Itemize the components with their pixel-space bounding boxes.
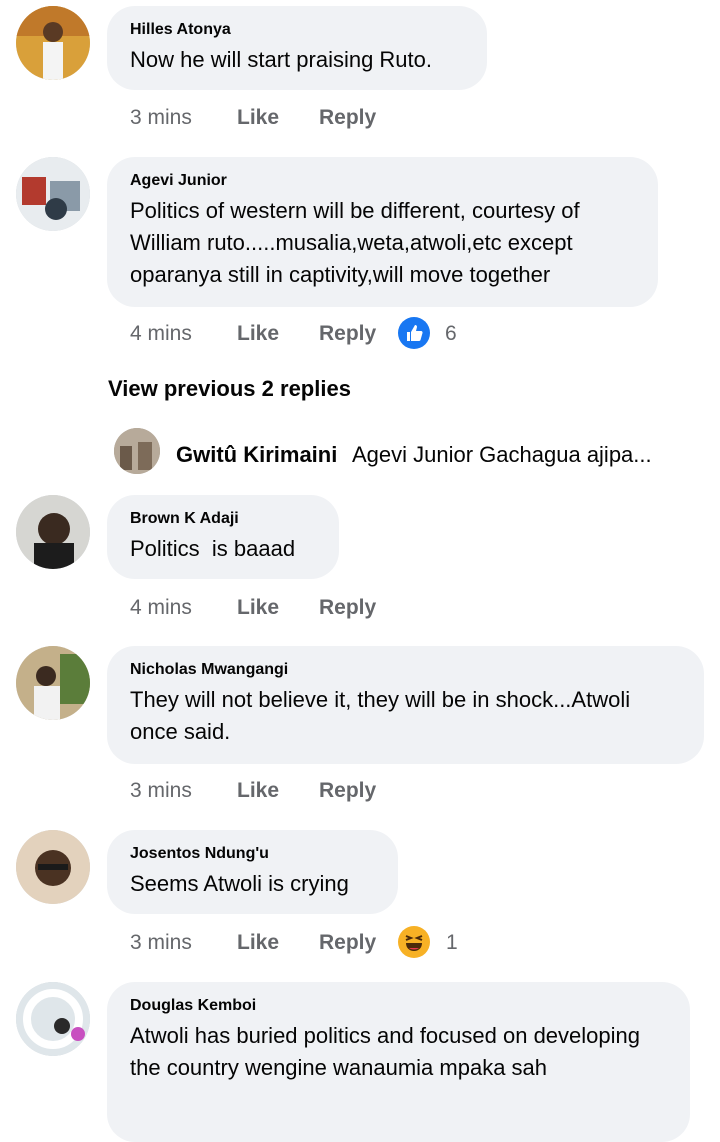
comment-bubble: Brown K Adaji Politics is baaad (107, 495, 339, 579)
like-button[interactable]: Like (237, 776, 279, 806)
timestamp[interactable]: 4 mins (130, 593, 192, 623)
like-button[interactable]: Like (237, 593, 279, 623)
comment-bubble: Josentos Ndung'u Seems Atwoli is crying (107, 830, 398, 914)
user-photo-icon (16, 6, 90, 80)
reply-button[interactable]: Reply (319, 319, 376, 349)
avatar[interactable] (16, 830, 90, 904)
comment-text: Now he will start praising Ruto. (130, 47, 433, 72)
like-button[interactable]: Like (237, 928, 279, 958)
timestamp[interactable]: 4 mins (130, 319, 192, 349)
comment-bubble: Hilles Atonya Now he will start praising… (107, 6, 487, 90)
like-button[interactable]: Like (237, 103, 279, 133)
reaction-count: 1 (446, 931, 458, 954)
reply-button[interactable]: Reply (319, 103, 376, 133)
author-name[interactable]: Douglas Kemboi (130, 996, 667, 1016)
timestamp[interactable]: 3 mins (130, 103, 192, 133)
avatar[interactable] (16, 646, 90, 720)
author-name[interactable]: Brown K Adaji (130, 509, 316, 529)
avatar[interactable] (16, 982, 90, 1056)
comment-text: They will not believe it, they will be i… (130, 687, 637, 744)
avatar[interactable] (114, 428, 160, 474)
author-name[interactable]: Nicholas Mwangangi (130, 660, 681, 680)
comment-bubble: Douglas Kemboi Atwoli has buried politic… (107, 982, 690, 1142)
reply-button[interactable]: Reply (319, 593, 376, 623)
view-previous-replies-link[interactable]: View previous 2 replies (108, 373, 351, 405)
haha-emoji-icon[interactable] (398, 926, 430, 958)
author-name[interactable]: Gwitû Kirimaini (176, 442, 337, 468)
reply-button[interactable]: Reply (319, 776, 376, 806)
avatar[interactable] (16, 6, 90, 80)
like-button[interactable]: Like (237, 319, 279, 349)
author-name[interactable]: Hilles Atonya (130, 20, 464, 40)
user-photo-icon (16, 157, 90, 231)
comment-bubble: Nicholas Mwangangi They will not believe… (107, 646, 704, 764)
author-name[interactable]: Agevi Junior (130, 171, 635, 191)
timestamp[interactable]: 3 mins (130, 776, 192, 806)
user-photo-icon (114, 428, 160, 474)
timestamp[interactable]: 3 mins (130, 928, 192, 958)
reply-preview-text: Agevi Junior Gachagua ajipa... (352, 442, 652, 467)
comment-bubble: Agevi Junior Politics of western will be… (107, 157, 658, 307)
comment-text: Politics is baaad (130, 536, 296, 561)
user-photo-icon (16, 982, 90, 1056)
like-thumb-icon[interactable] (398, 317, 430, 349)
user-photo-icon (16, 830, 90, 904)
reply-button[interactable]: Reply (319, 928, 376, 958)
comment-text: Atwoli has buried politics and focused o… (130, 1023, 647, 1080)
avatar[interactable] (16, 495, 90, 569)
author-name[interactable]: Josentos Ndung'u (130, 844, 375, 864)
user-photo-icon (16, 495, 90, 569)
user-photo-icon (16, 646, 90, 720)
comment-text: Seems Atwoli is crying (130, 871, 349, 896)
reaction-count: 6 (445, 322, 457, 345)
avatar[interactable] (16, 157, 90, 231)
comment-text: Politics of western will be different, c… (130, 198, 586, 287)
reply-preview[interactable]: Gwitû Kirimaini Agevi Junior Gachagua aj… (114, 428, 714, 474)
